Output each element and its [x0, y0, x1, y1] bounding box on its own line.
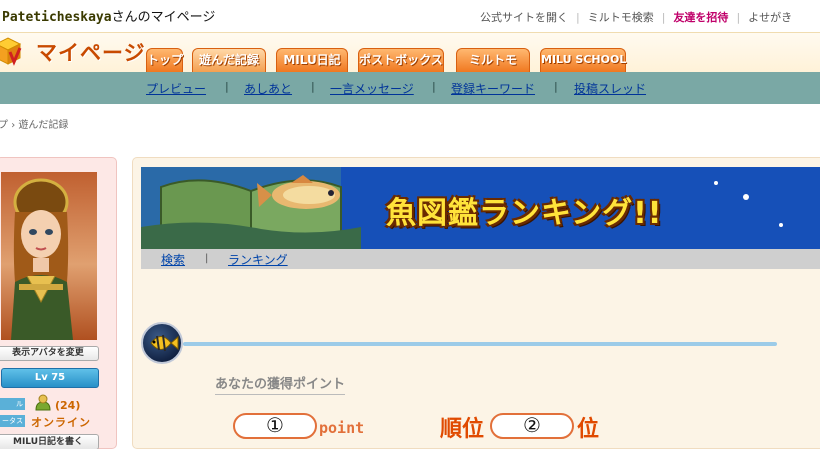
points-unit: point: [319, 419, 365, 437]
yosegaki-link[interactable]: よせがき: [748, 11, 792, 24]
divider: |: [736, 11, 741, 24]
top-links: 公式サイトを開く | ミルトモ検索 | 友達を招待 | よせがき: [480, 9, 792, 25]
profile-sidebar: 表示アバタを変更 Lv 75 ル ータス (24) オンライン MILU日記を書…: [0, 157, 117, 449]
rank-label: 順位: [440, 417, 485, 442]
breadcrumb-current: 遊んだ記録: [18, 120, 69, 131]
tab-milutomo[interactable]: ミルトモ: [456, 48, 530, 72]
breadcrumb: プ › 遊んだ記録: [0, 116, 68, 131]
online-status: オンライン: [31, 416, 91, 429]
banner-title: 魚図鑑ランキング!!: [386, 196, 663, 231]
stat-label-1: ル: [0, 398, 25, 410]
tab-postbox[interactable]: ポストボックス: [358, 48, 444, 72]
subnav-preview[interactable]: プレビュー: [146, 80, 206, 97]
divider: |: [576, 11, 580, 24]
change-avatar-button[interactable]: 表示アバタを変更: [0, 346, 99, 361]
owner-suffix: さんのマイページ: [111, 10, 216, 25]
tab-play-record[interactable]: 遊んだ記録: [192, 48, 266, 72]
points-heading: あなたの獲得ポイント: [215, 373, 346, 395]
divider: |: [554, 80, 558, 93]
divider: |: [432, 80, 436, 93]
avatar-image: [11, 178, 73, 340]
divider: |: [311, 80, 315, 93]
fish-badge-icon: [141, 322, 183, 364]
tab-top[interactable]: トップ: [146, 48, 183, 72]
subnav-footprints[interactable]: あしあと: [244, 80, 292, 97]
divider: |: [661, 11, 666, 24]
top-bar: Pateticheskayaさんのマイページ 公式サイトを開く | ミルトモ検索 | 友…: [0, 0, 820, 32]
stat-label-2: ータス: [0, 415, 25, 427]
points-value: ①: [233, 413, 317, 439]
avatar: [1, 172, 97, 340]
tab-milu-diary[interactable]: MILU日記: [276, 48, 348, 72]
divider: |: [225, 80, 229, 93]
tab-milu-school[interactable]: MILU SCHOOL: [540, 48, 626, 72]
page-owner-title: Pateticheskayaさんのマイページ: [2, 6, 215, 25]
rank-unit: 位: [577, 417, 600, 442]
mypage-logo-text[interactable]: マイページ: [36, 37, 146, 67]
subnav-keywords[interactable]: 登録キーワード: [451, 80, 535, 97]
write-diary-button[interactable]: MILU日記を書く: [0, 434, 99, 449]
friend-count[interactable]: (24): [55, 399, 80, 412]
divider: |: [205, 253, 209, 264]
level-badge: Lv 75: [1, 368, 99, 388]
rank-value: ②: [490, 413, 574, 439]
section-divider: [183, 342, 777, 346]
mypage-logo-icon: [0, 37, 22, 66]
invite-friends-link[interactable]: 友達を招待: [673, 11, 728, 24]
subnav-message[interactable]: 一言メッセージ: [330, 80, 414, 97]
friends-icon: [35, 394, 51, 411]
sub-navigation: プレビュー | あしあと | 一言メッセージ | 登録キーワード | 投稿スレッ…: [0, 72, 820, 104]
ranking-search-link[interactable]: 検索: [161, 251, 185, 268]
angelfish-icon: [150, 334, 179, 352]
ranking-nav: 検索 | ランキング: [141, 249, 820, 269]
owner-username: Pateticheskaya: [2, 10, 112, 25]
ranking-link[interactable]: ランキング: [228, 251, 288, 268]
breadcrumb-parent[interactable]: プ: [0, 120, 8, 131]
milutomo-search-link[interactable]: ミルトモ検索: [588, 11, 654, 24]
official-site-link[interactable]: 公式サイトを開く: [480, 11, 568, 24]
subnav-threads[interactable]: 投稿スレッド: [574, 80, 646, 97]
